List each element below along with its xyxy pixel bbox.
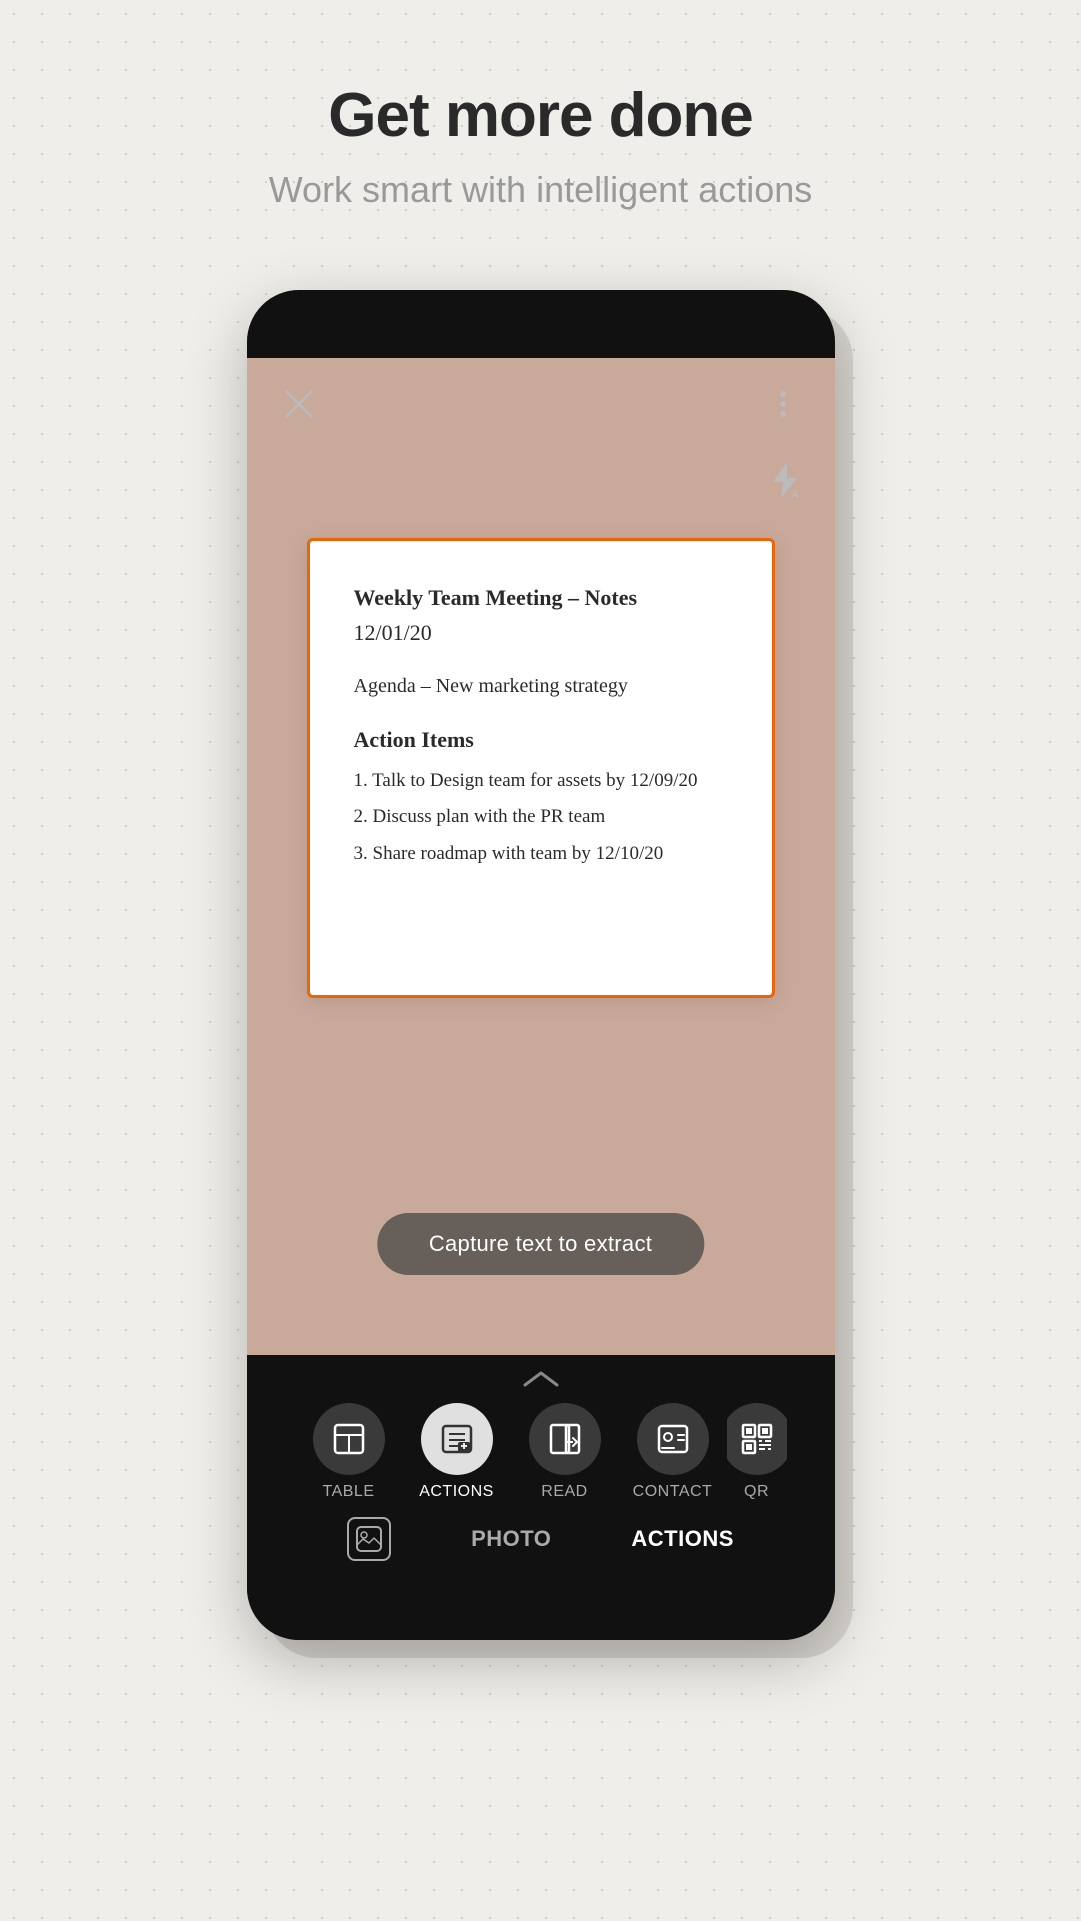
doc-item-1: 1. Talk to Design team for assets by 12/… [354,766,728,796]
actions-icon-circle [421,1403,493,1475]
qr-icon-circle [727,1403,787,1475]
phone-frame: A Weekly Team Meeting – Notes 12/01/20 A… [247,290,835,1640]
phone-top-bar [247,290,835,358]
doc-item-2: 2. Discuss plan with the PR team [354,802,728,832]
qr-mode-label: QR [744,1483,769,1501]
flash-icon-container[interactable]: A [763,458,807,507]
doc-item-3: 3. Share roadmap with team by 12/10/20 [354,839,728,869]
actions-tab-label: ACTIONS [631,1526,734,1552]
phone-mockup: A Weekly Team Meeting – Notes 12/01/20 A… [247,290,835,1640]
gallery-button[interactable] [347,1517,391,1561]
doc-action-items-title: Action Items [354,723,728,756]
table-mode-label: TABLE [323,1483,375,1501]
camera-ui: A Weekly Team Meeting – Notes 12/01/20 A… [247,358,835,1355]
page-subtitle: Work smart with intelligent actions [0,169,1081,211]
actions-mode-label: ACTIONS [419,1483,494,1501]
contact-icon-circle [637,1403,709,1475]
photo-tab-label: PHOTO [471,1526,551,1552]
table-icon-circle [313,1403,385,1475]
more-options-button[interactable] [759,380,807,428]
capture-button[interactable]: Capture text to extract [377,1213,704,1275]
camera-bottom-bar: TABLE ACT [247,1355,835,1640]
doc-date: 12/01/20 [354,616,728,649]
mode-table[interactable]: TABLE [295,1403,403,1501]
doc-title: Weekly Team Meeting – Notes [354,581,728,614]
read-icon-circle [529,1403,601,1475]
contact-mode-label: CONTACT [633,1483,713,1501]
page-title: Get more done [0,80,1081,151]
tab-photo[interactable]: PHOTO [471,1526,551,1552]
camera-mode-row: TABLE ACT [247,1389,835,1501]
mode-contact[interactable]: CONTACT [619,1403,727,1501]
mode-actions[interactable]: ACTIONS [403,1403,511,1501]
camera-top-controls [247,358,835,428]
doc-agenda: Agenda – New marketing strategy [354,671,728,701]
swipe-up-indicator [247,1355,835,1389]
document-capture-box: Weekly Team Meeting – Notes 12/01/20 Age… [307,538,775,998]
top-section: Get more done Work smart with intelligen… [0,0,1081,251]
close-button[interactable] [275,380,323,428]
camera-tab-bar: PHOTO ACTIONS [247,1501,835,1561]
mode-qr[interactable]: QR [727,1403,787,1501]
tab-actions[interactable]: ACTIONS [631,1526,734,1552]
svg-text:A: A [791,489,799,501]
read-mode-label: READ [541,1483,587,1501]
mode-read[interactable]: READ [511,1403,619,1501]
camera-view: A Weekly Team Meeting – Notes 12/01/20 A… [247,290,835,1355]
